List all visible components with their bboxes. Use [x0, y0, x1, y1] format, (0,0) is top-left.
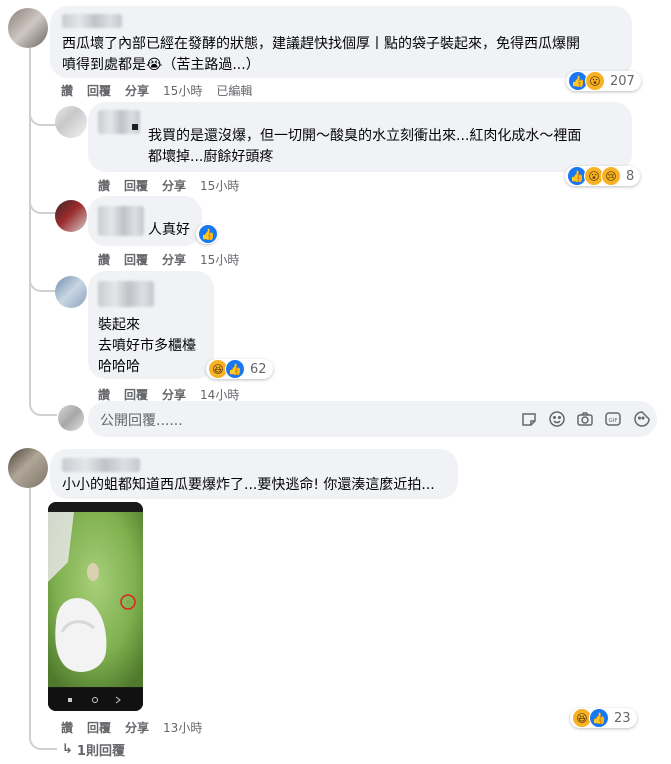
comment-bubble: 人真好 — [88, 196, 202, 246]
author-name[interactable] — [62, 458, 140, 472]
wow-icon: 😮 — [585, 71, 605, 91]
share-button[interactable]: 分享 — [125, 82, 149, 99]
reaction-count: 207 — [610, 73, 635, 89]
reply-input[interactable]: 公開回覆...... GIF — [88, 401, 657, 437]
reply-button[interactable]: 回覆 — [87, 82, 111, 99]
comment-bubble: 小小的蛆都知道西瓜要爆炸了...要快逃命! 你還湊這麼近拍... — [50, 449, 458, 499]
reaction-summary[interactable]: 👍 😮 😢 8 — [565, 166, 641, 186]
reply-arrow-icon: ↳ — [62, 742, 73, 757]
avatar[interactable] — [8, 448, 48, 488]
timestamp[interactable]: 15小時 — [163, 82, 202, 99]
comment-text: 我買的是還沒爆，但一切開～酸臭的水立刻衝出來...紅肉化成水～裡面 都壞掉...… — [148, 128, 582, 165]
reaction-count: 8 — [626, 168, 635, 184]
like-icon: 👍 — [198, 224, 218, 244]
reaction-summary[interactable]: 😆 👍 23 — [570, 708, 637, 728]
like-button[interactable]: 讚 — [98, 177, 110, 194]
comment-actions: 讚 回覆 分享 15小時 已編輯 — [61, 82, 266, 99]
gif-icon[interactable]: GIF — [604, 410, 622, 428]
thread-line — [29, 480, 31, 726]
avatar[interactable] — [8, 8, 48, 48]
sticker-icon[interactable] — [520, 410, 538, 428]
emoji-icon[interactable] — [548, 410, 566, 428]
reply-placeholder: 公開回覆...... — [100, 413, 183, 429]
svg-text:GIF: GIF — [608, 418, 617, 424]
camera-icon[interactable] — [576, 410, 594, 428]
share-button[interactable]: 分享 — [162, 177, 186, 194]
like-button[interactable]: 讚 — [61, 719, 73, 736]
avatar[interactable] — [55, 200, 87, 232]
watermelon-photo — [48, 502, 143, 711]
reply-button[interactable]: 回覆 — [87, 719, 111, 736]
edited-label: 已編輯 — [216, 84, 253, 98]
like-button[interactable]: 讚 — [98, 251, 110, 268]
comment-actions: 讚 回覆 分享 15小時 — [98, 251, 253, 268]
reaction-summary[interactable]: 👍 😮 207 — [566, 71, 641, 91]
comment-text: 小小的蛆都知道西瓜要爆炸了...要快逃命! 你還湊這麼近拍... — [62, 477, 435, 493]
author-name[interactable] — [98, 281, 154, 307]
timestamp[interactable]: 15小時 — [200, 251, 239, 268]
comment-actions: 讚 回覆 分享 13小時 — [61, 719, 216, 736]
comment-bubble: 西瓜壞了內部已經在發酵的狀態，建議趕快找個厚丨點的袋子裝起來，免得西瓜爆開 噴得… — [50, 6, 632, 78]
view-replies-label: 1則回覆 — [76, 744, 125, 759]
reply-button[interactable]: 回覆 — [124, 251, 148, 268]
comment-bubble: 裝起來 去噴好市多櫃檯 哈哈哈 — [88, 271, 214, 379]
thread-connector — [29, 724, 57, 750]
comment-actions: 讚 回覆 分享 15小時 — [98, 177, 253, 194]
view-replies-link[interactable]: ↳ 1則回覆 — [62, 740, 125, 759]
like-button[interactable]: 讚 — [61, 82, 73, 99]
like-icon: 👍 — [589, 708, 609, 728]
author-name[interactable] — [98, 206, 144, 236]
thread-connector — [29, 390, 57, 416]
comment-photo[interactable] — [48, 502, 143, 711]
badge-icon — [132, 124, 138, 130]
comment-text: 西瓜壞了內部已經在發酵的狀態，建議趕快找個厚丨點的袋子裝起來，免得西瓜爆開 噴得… — [62, 36, 580, 73]
reaction-count: 62 — [250, 361, 267, 377]
sticker-face-icon[interactable] — [633, 410, 651, 428]
reaction-summary[interactable]: 👍 — [196, 224, 218, 244]
timestamp[interactable]: 13小時 — [163, 719, 202, 736]
sad-icon: 😢 — [601, 166, 621, 186]
current-user-avatar — [58, 405, 84, 431]
author-name[interactable] — [62, 14, 122, 28]
reaction-summary[interactable]: 😆 👍 62 — [206, 359, 273, 379]
avatar[interactable] — [55, 106, 87, 138]
thread-connector — [29, 264, 57, 292]
comment-text: 裝起來 去噴好市多櫃檯 哈哈哈 — [98, 317, 196, 375]
comment-bubble: 我買的是還沒爆，但一切開～酸臭的水立刻衝出來...紅肉化成水～裡面 都壞掉...… — [88, 102, 632, 172]
reaction-count: 23 — [614, 710, 631, 726]
author-name[interactable] — [98, 110, 140, 134]
avatar[interactable] — [55, 276, 87, 308]
thread-connector — [29, 190, 57, 214]
timestamp[interactable]: 15小時 — [200, 177, 239, 194]
thread-connector — [29, 96, 57, 126]
like-icon: 👍 — [225, 359, 245, 379]
share-button[interactable]: 分享 — [162, 251, 186, 268]
reply-button[interactable]: 回覆 — [124, 177, 148, 194]
share-button[interactable]: 分享 — [125, 719, 149, 736]
